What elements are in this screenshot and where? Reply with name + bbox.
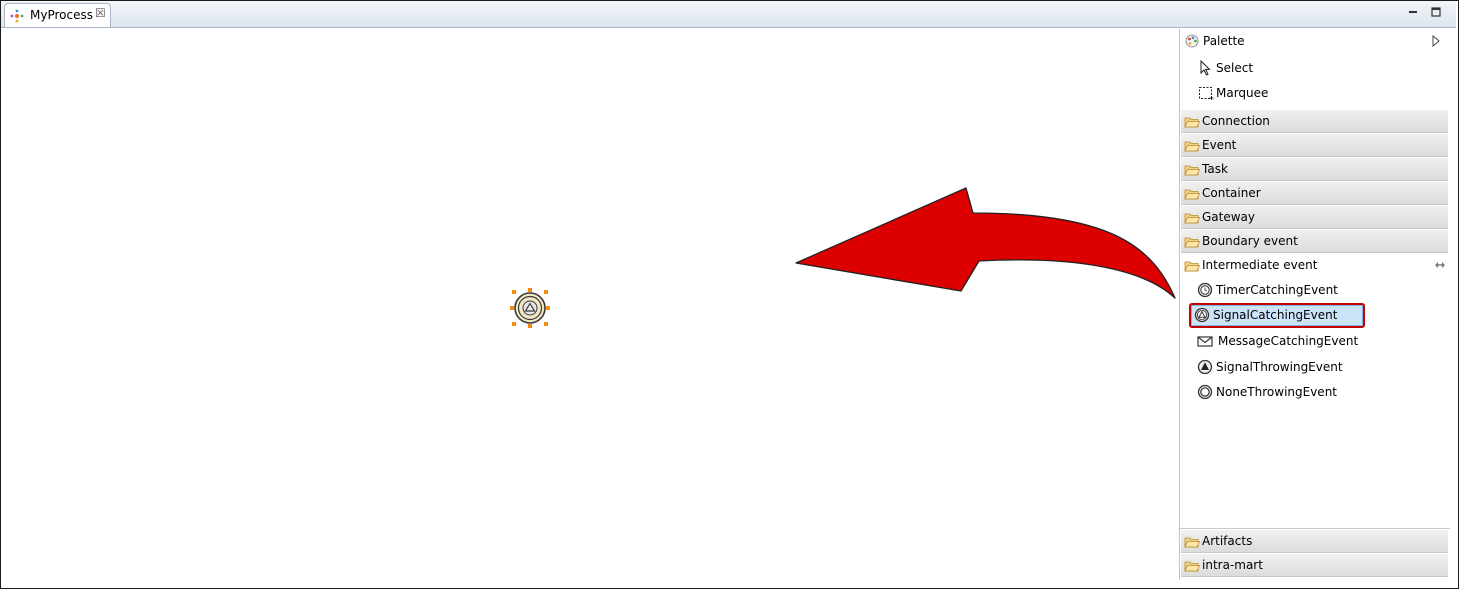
drawer-label: Container [1202, 186, 1261, 200]
drawer-connection[interactable]: Connection [1181, 110, 1448, 133]
folder-icon [1184, 237, 1200, 248]
signal-catching-event-node[interactable] [509, 287, 551, 329]
tool-label: Select [1216, 61, 1254, 75]
palette-header[interactable]: Palette [1180, 29, 1450, 54]
drawer-event[interactable]: Event [1181, 134, 1448, 157]
folder-icon [1184, 165, 1200, 176]
folder-icon [1184, 537, 1200, 548]
folder-icon [1184, 213, 1200, 224]
folder-icon [1184, 141, 1200, 152]
drawer-label: Event [1202, 138, 1237, 152]
pin-open-icon[interactable] [1434, 260, 1446, 270]
folder-icon [1184, 561, 1200, 572]
process-diagram-icon [10, 9, 24, 23]
drawer-gateway[interactable]: Gateway [1181, 206, 1448, 229]
entry-timer-catching-event[interactable]: TimerCatchingEvent [1192, 279, 1382, 301]
drawer-label: Boundary event [1202, 234, 1298, 248]
entry-label: SignalCatchingEvent [1213, 308, 1338, 322]
drawer-label: Task [1202, 162, 1228, 176]
entry-label: NoneThrowingEvent [1216, 385, 1338, 399]
folder-icon [1184, 117, 1200, 128]
entry-label: SignalThrowingEvent [1216, 360, 1343, 374]
entry-message-catching-event[interactable]: MessageCatchingEvent [1192, 330, 1382, 352]
drawer-artifacts[interactable]: Artifacts [1181, 530, 1448, 553]
drawer-label: intra-mart [1202, 558, 1263, 572]
diagram-canvas[interactable] [3, 28, 1178, 581]
entry-signal-throwing-event[interactable]: SignalThrowingEvent [1192, 356, 1382, 378]
signal-throwing-icon [1197, 359, 1213, 375]
drawer-label: Gateway [1202, 210, 1256, 224]
entry-label: MessageCatchingEvent [1218, 334, 1359, 348]
editor-tab-bar: MyProcess ☒ [1, 1, 1456, 28]
close-icon[interactable]: ☒ [95, 6, 106, 20]
drawer-boundary-event[interactable]: Boundary event [1181, 230, 1448, 253]
envelope-icon [1197, 336, 1213, 347]
tool-marquee[interactable]: Marquee [1198, 82, 1438, 104]
palette-title: Palette [1203, 34, 1245, 48]
folder-open-icon [1184, 261, 1200, 272]
drawer-task[interactable]: Task [1181, 158, 1448, 181]
entry-none-throwing-event[interactable]: NoneThrowingEvent [1192, 381, 1382, 403]
drawer-intra-mart[interactable]: intra-mart [1181, 554, 1448, 577]
minimize-icon[interactable] [1406, 5, 1420, 19]
red-curved-arrow [795, 187, 1176, 299]
drawer-label: Intermediate event [1202, 258, 1318, 272]
signal-catching-icon [1194, 307, 1210, 323]
tool-select[interactable]: Select [1198, 57, 1438, 79]
folder-icon [1184, 189, 1200, 200]
drawer-label: Connection [1202, 114, 1270, 128]
palette-divider [1180, 528, 1450, 529]
tab-myprocess[interactable]: MyProcess ☒ [4, 3, 111, 27]
marquee-icon [1199, 87, 1214, 100]
none-throwing-icon [1197, 384, 1213, 400]
tab-title: MyProcess [30, 8, 93, 22]
entry-signal-catching-event[interactable]: SignalCatchingEvent [1189, 303, 1365, 328]
collapse-arrow-icon[interactable] [1431, 35, 1441, 47]
drawer-container[interactable]: Container [1181, 182, 1448, 205]
entry-label: TimerCatchingEvent [1216, 283, 1338, 297]
palette: Palette Select Marquee Connection Event … [1179, 29, 1450, 579]
tool-label: Marquee [1216, 86, 1269, 100]
arrow-pointer-icon [1200, 60, 1211, 76]
drawer-label: Artifacts [1202, 534, 1253, 548]
timer-event-icon [1197, 282, 1213, 298]
maximize-icon[interactable] [1429, 5, 1443, 19]
palette-icon [1185, 34, 1199, 48]
drawer-intermediate-event[interactable]: Intermediate event [1181, 254, 1448, 276]
